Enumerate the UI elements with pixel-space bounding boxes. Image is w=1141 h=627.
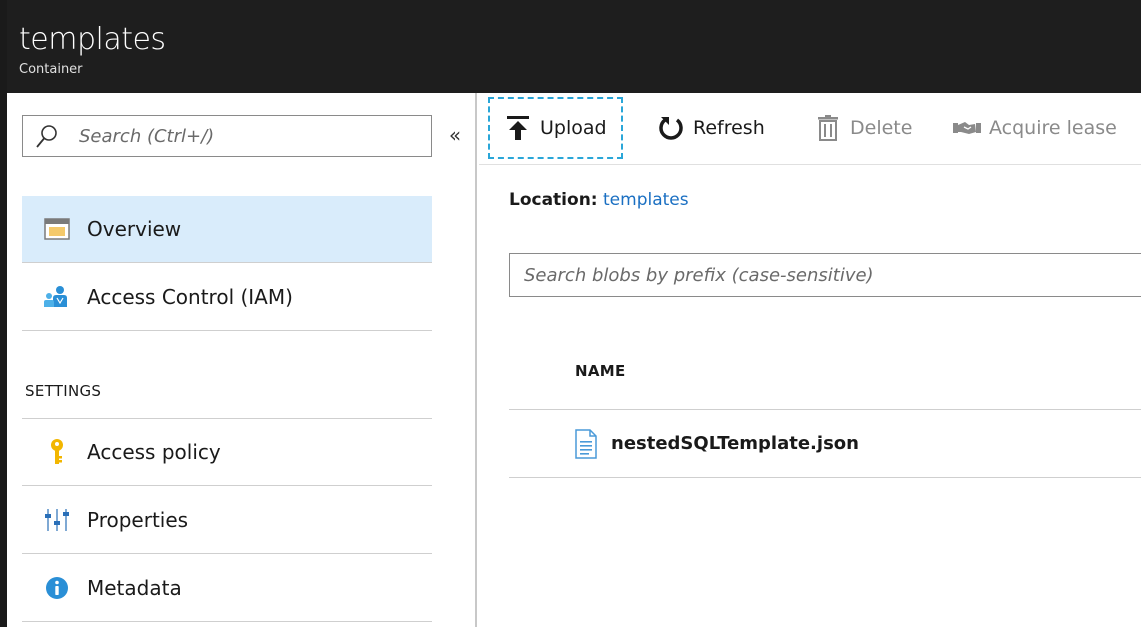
sidebar-item-metadata[interactable]: Metadata [22,555,432,622]
sidebar-item-overview[interactable]: Overview [22,196,432,263]
command-bar: Upload Refresh Delete Acquire lease [479,93,1141,165]
sidebar-item-label: Properties [87,508,189,532]
sidebar-item-access-control[interactable]: Access Control (IAM) [22,264,432,331]
refresh-button[interactable]: Refresh [657,97,765,159]
collapse-sidebar-button[interactable]: « [443,123,467,149]
settings-section-header: SETTINGS [22,331,432,419]
sidebar-item-label: Metadata [87,576,182,600]
location-breadcrumb: Location: templates [509,190,689,210]
blade-header: templates Container [7,0,1141,93]
sidebar: « Overview Access Control (IAM) SETTINGS [7,93,477,627]
settings-header-label: SETTINGS [25,382,102,400]
properties-sliders-icon [42,505,72,535]
location-link[interactable]: templates [603,190,689,210]
table-header: NAME [509,338,1141,410]
upload-icon [504,114,532,142]
info-icon [42,573,72,603]
main-panel: Upload Refresh Delete Acquire lease Loca… [479,93,1141,627]
page-title: templates [19,22,166,57]
blob-name[interactable]: nestedSQLTemplate.json [611,433,859,454]
refresh-label: Refresh [693,117,765,139]
location-label: Location: [509,190,598,210]
sidebar-search-input[interactable] [79,121,419,151]
upload-button[interactable]: Upload [488,97,623,159]
lease-handshake-icon [953,114,981,142]
file-document-icon [575,428,597,459]
delete-button[interactable]: Delete [814,97,912,159]
sidebar-item-label: Access Control (IAM) [87,285,293,309]
overview-icon [42,214,72,244]
delete-label: Delete [850,117,913,139]
sidebar-item-access-policy[interactable]: Access policy [22,419,432,486]
table-row[interactable]: nestedSQLTemplate.json [509,410,1141,478]
sidebar-search[interactable] [22,115,432,157]
page-subtitle: Container [19,62,83,77]
upload-label: Upload [540,117,607,139]
iam-users-icon [42,282,72,312]
acquire-lease-label: Acquire lease [989,117,1117,139]
sidebar-item-label: Overview [87,217,182,241]
column-header-name[interactable]: NAME [575,362,626,380]
blob-search-input[interactable] [524,260,1124,290]
blob-search-box[interactable] [509,253,1141,297]
trash-icon [814,114,842,142]
refresh-icon [657,114,685,142]
sidebar-item-label: Access policy [87,440,221,464]
acquire-lease-button[interactable]: Acquire lease [953,97,1117,159]
key-icon [42,437,72,467]
sidebar-item-properties[interactable]: Properties [22,487,432,554]
search-icon [36,125,57,148]
